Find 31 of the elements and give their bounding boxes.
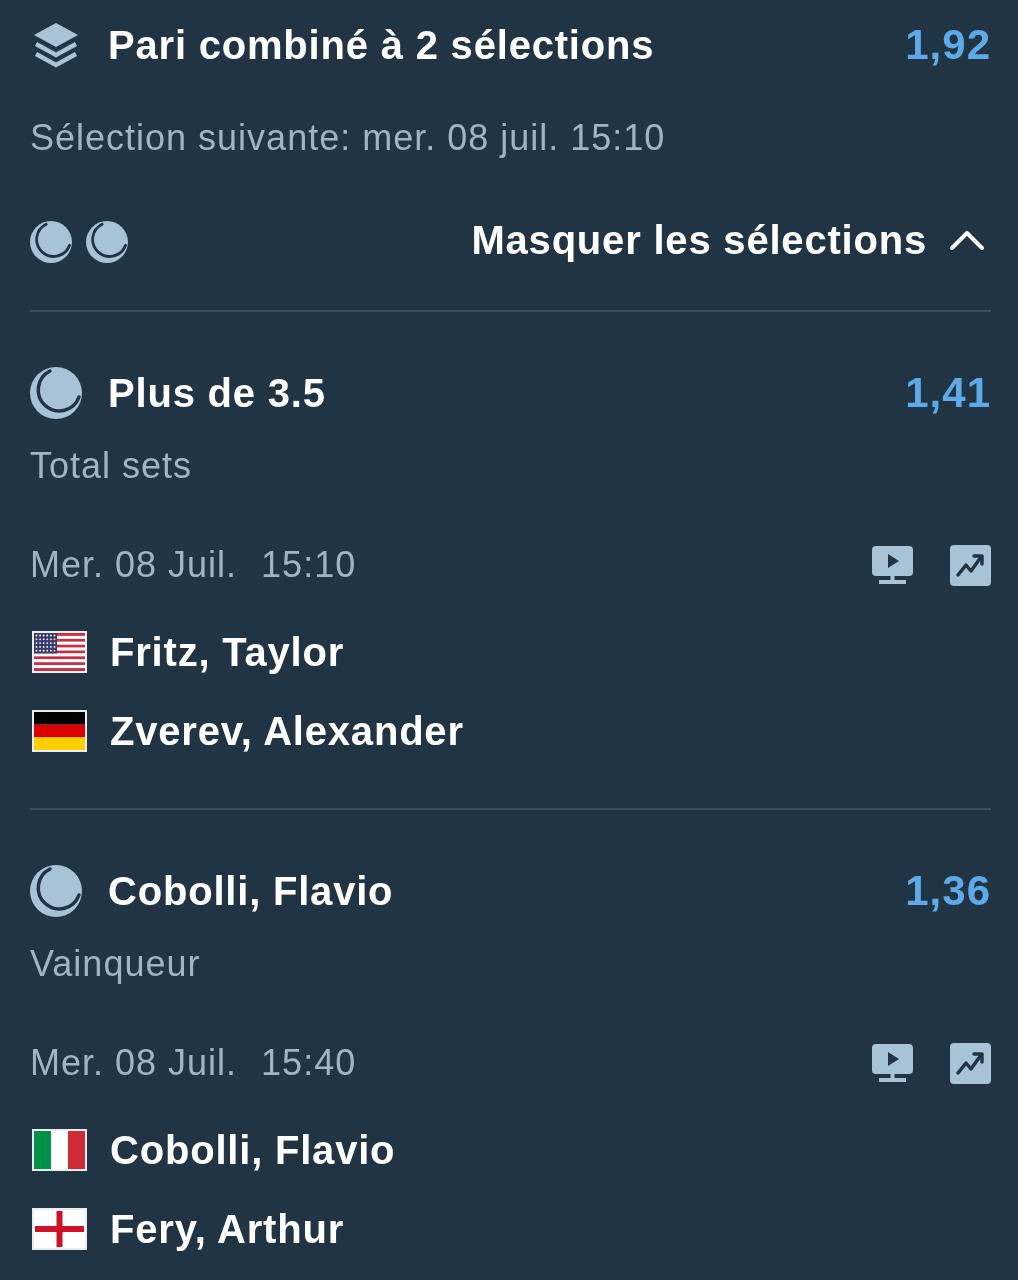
match-time: 15:10: [261, 544, 357, 586]
tv-icon[interactable]: [872, 544, 913, 586]
layers-icon: [32, 21, 80, 69]
player-name: Fritz, Taylor: [110, 629, 345, 675]
tennis-ball-icon: [30, 367, 82, 419]
player-name: Zverev, Alexander: [110, 708, 464, 754]
match-time: 15:40: [261, 1042, 357, 1084]
player-name: Cobolli, Flavio: [110, 1127, 396, 1173]
english-flag-icon: [32, 1208, 87, 1250]
selection-pick: Plus de 3.5: [108, 370, 327, 416]
match-date: Mer. 08 Juil.: [30, 1042, 238, 1084]
tv-icon[interactable]: [872, 1042, 913, 1084]
market-name: Vainqueur: [30, 943, 201, 985]
hide-selections-button[interactable]: Masquer les sélections: [471, 217, 991, 263]
tennis-ball-icon: [30, 865, 82, 917]
total-odds: 1,92: [905, 21, 991, 69]
trend-chart-icon[interactable]: [950, 544, 991, 586]
tennis-ball-icon: [30, 221, 72, 263]
trend-chart-icon[interactable]: [950, 1042, 991, 1084]
us-flag-icon: [32, 631, 87, 673]
italian-flag-icon: [32, 1129, 87, 1171]
selection-odds: 1,41: [905, 369, 991, 417]
selection-odds: 1,36: [905, 867, 991, 915]
tennis-ball-icon: [86, 221, 128, 263]
german-flag-icon: [32, 710, 87, 752]
selection-pick: Cobolli, Flavio: [108, 868, 395, 914]
market-name: Total sets: [30, 445, 193, 487]
next-selection-text: Sélection suivante: mer. 08 juil. 15:10: [30, 117, 666, 159]
player-name: Fery, Arthur: [110, 1206, 345, 1252]
match-date: Mer. 08 Juil.: [30, 544, 238, 586]
bet-title: Pari combiné à 2 sélections: [108, 22, 656, 68]
